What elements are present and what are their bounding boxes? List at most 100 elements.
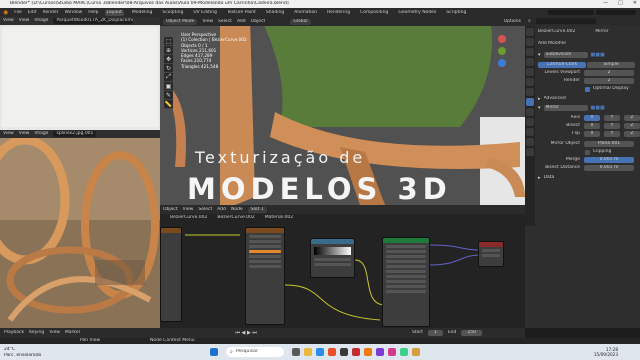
playback-controls[interactable]: ⏮ ◀ ▶ ⏭	[235, 330, 256, 336]
viewport-options[interactable]: Options	[504, 19, 521, 25]
mirror-object-field[interactable]: Plane.001	[598, 141, 620, 147]
menu-file[interactable]: File	[14, 10, 22, 16]
viewport-menu-view[interactable]: View	[202, 19, 213, 25]
advanced-panel-label[interactable]: Advanced	[544, 96, 566, 102]
tab-particles[interactable]	[526, 108, 534, 116]
annotate-tool-icon[interactable]: ✎	[164, 91, 173, 100]
scale-tool-icon[interactable]: ⤢	[164, 73, 173, 82]
timeline-menu-keying[interactable]: Keying	[29, 330, 44, 336]
taskbar-search[interactable]: ⌕ Pesquisar	[226, 347, 284, 357]
tab-scripting[interactable]: Scripting	[444, 10, 468, 16]
image-editor-top[interactable]: View View Image ParquetWood017A_2K_Displ…	[0, 17, 160, 130]
maximize-button[interactable]: □	[618, 0, 623, 6]
app-icon[interactable]	[388, 348, 396, 356]
merge-field[interactable]: 0.001 m	[600, 157, 619, 163]
modifier-visibility-icon[interactable]: ■■■	[591, 52, 605, 58]
tab-output[interactable]	[526, 48, 534, 56]
select-tool-icon[interactable]: ⬚	[164, 37, 173, 46]
minimize-button[interactable]: —	[603, 0, 608, 6]
image2-name-field[interactable]: splines2.jpg.001	[53, 131, 97, 137]
tab-shading[interactable]: Shading	[264, 10, 286, 16]
task-view-icon[interactable]	[292, 348, 300, 356]
flip-x-toggle[interactable]: X	[590, 131, 593, 137]
weather-widget[interactable]: 24°C Parc. ensolarado	[4, 347, 41, 359]
tab-compositing[interactable]: Compositing	[358, 10, 390, 16]
catmull-clark-button[interactable]: Catmull-Clark	[547, 62, 578, 68]
material-output-node[interactable]	[478, 241, 504, 267]
image-editor-bottom[interactable]: View View Image splines2.jpg.001	[0, 130, 160, 328]
mapping-node[interactable]	[245, 227, 285, 325]
axis-z-toggle[interactable]: Z	[630, 115, 633, 121]
blender-logo-icon[interactable]: ◉	[3, 9, 8, 16]
move-tool-icon[interactable]: ✥	[164, 55, 173, 64]
mode-selector[interactable]: Object Mode	[163, 18, 198, 25]
image-editor2-menu-view2[interactable]: View	[19, 131, 30, 137]
viewport-menu-object[interactable]: Object	[251, 19, 266, 25]
data-panel-label[interactable]: Data	[544, 175, 555, 181]
start-frame-field[interactable]: 1	[427, 330, 443, 336]
app-icon[interactable]	[376, 348, 384, 356]
timeline-menu-marker[interactable]: Marker	[65, 330, 81, 336]
close-button[interactable]: ✕	[633, 0, 637, 6]
collapse-data-icon[interactable]: ▸	[538, 175, 541, 181]
color-ramp-node[interactable]	[310, 238, 355, 278]
tab-world[interactable]	[526, 78, 534, 86]
image-editor2-menu-view[interactable]: View	[3, 131, 14, 137]
bisect-distance-field[interactable]: 0.001 m	[600, 165, 619, 171]
edge-icon[interactable]	[316, 348, 324, 356]
render-levels-field[interactable]: 2	[608, 78, 611, 84]
properties-search-input[interactable]	[535, 18, 596, 24]
principled-bsdf-node[interactable]	[382, 237, 430, 327]
collapse-mirror-icon[interactable]: ▾	[538, 105, 541, 111]
add-modifier-button[interactable]: Add Modifier	[538, 41, 566, 47]
app-icon[interactable]	[328, 348, 336, 356]
blender-taskbar-icon[interactable]	[364, 348, 372, 356]
collapse-icon[interactable]: ▾	[538, 52, 541, 58]
shader-node-editor[interactable]: Object View Select Add Node Slot 1 Bezie…	[160, 205, 525, 328]
menu-render[interactable]: Render	[43, 10, 59, 16]
tab-tool[interactable]	[526, 28, 534, 36]
file-explorer-icon[interactable]	[304, 348, 312, 356]
tab-modeling[interactable]: Modeling	[130, 10, 154, 16]
image-name-field[interactable]: ParquetWood017A_2K_Displacement.jpg	[53, 18, 134, 24]
tab-sculpting[interactable]: Sculpting	[160, 10, 185, 16]
tab-layout[interactable]: Layout	[104, 9, 124, 16]
tab-object[interactable]	[526, 88, 534, 96]
viewport-menu-select[interactable]: Select	[218, 19, 232, 25]
timeline-menu-playback[interactable]: Playback	[4, 330, 24, 336]
tab-data[interactable]	[526, 138, 534, 146]
menu-edit[interactable]: Edit	[28, 10, 37, 16]
tab-physics[interactable]	[526, 118, 534, 126]
app-icon[interactable]	[340, 348, 348, 356]
cursor-tool-icon[interactable]: ⊕	[164, 46, 173, 55]
navigation-gizmo[interactable]	[491, 31, 513, 75]
app-icon[interactable]	[352, 348, 360, 356]
mirror-name-field[interactable]: Mirror	[546, 105, 559, 111]
viewport-menu-add[interactable]: Add	[237, 19, 246, 25]
view-layer-selector[interactable]: ViewLayer	[596, 10, 636, 27]
flip-z-toggle[interactable]: Z	[630, 131, 633, 137]
orientation-selector[interactable]: Global	[290, 18, 311, 25]
image-editor2-menu-image[interactable]: Image	[34, 131, 48, 137]
tab-texture-paint[interactable]: Texture Paint	[225, 10, 258, 16]
image-editor-menu-view[interactable]: View	[3, 18, 14, 24]
properties-editor[interactable]: ⌕ BezierCurve.002 Mirror Add Modifier ▾ Su…	[525, 17, 640, 328]
tab-uv-editing[interactable]: UV Editing	[191, 10, 218, 16]
tab-geometry-nodes[interactable]: Geometry Nodes	[396, 10, 438, 16]
bisect-x-toggle[interactable]: X	[590, 123, 593, 129]
menu-help[interactable]: Help	[88, 10, 98, 16]
scene-selector[interactable]: Scene	[548, 10, 594, 27]
axis-x-toggle[interactable]: X	[590, 115, 593, 121]
timeline-menu-view[interactable]: View	[49, 330, 60, 336]
tab-view-layer[interactable]	[526, 58, 534, 66]
tab-animation[interactable]: Animation	[292, 10, 319, 16]
levels-viewport-field[interactable]: 2	[608, 70, 611, 76]
transform-tool-icon[interactable]: ▣	[164, 82, 173, 91]
measure-tool-icon[interactable]: 📏	[164, 100, 173, 109]
menu-window[interactable]: Window	[65, 10, 83, 16]
subdivision-name-field[interactable]: Subdivision	[546, 52, 572, 58]
tab-rendering[interactable]: Rendering	[325, 10, 352, 16]
end-frame-field[interactable]: 250	[461, 330, 482, 336]
mirror-visibility-icon[interactable]: ■■■	[591, 105, 605, 111]
tab-scene[interactable]	[526, 68, 534, 76]
